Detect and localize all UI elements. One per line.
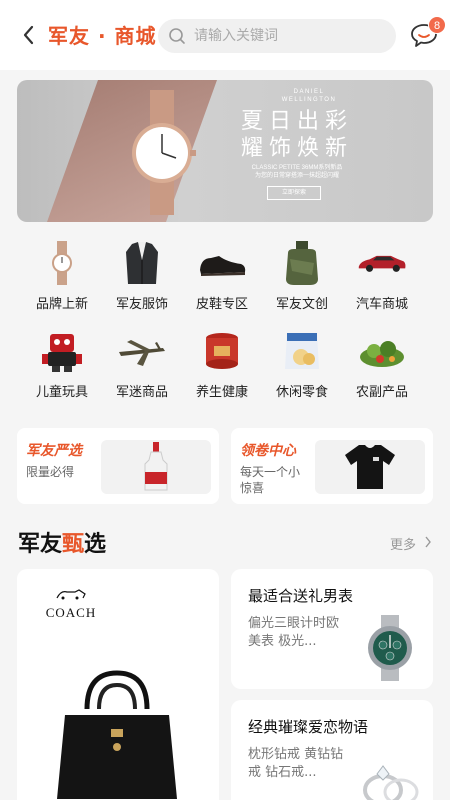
promo-subtitle: 限量必得 <box>26 465 75 479</box>
more-link[interactable]: 更多 <box>390 534 416 553</box>
coach-logo: COACH <box>35 587 107 621</box>
category-label: 军友服饰 <box>115 297 168 312</box>
banner-title-line2: 耀饰焕新 <box>240 136 353 161</box>
chevron-right-icon[interactable] <box>424 536 432 548</box>
banner-subtitle-line2: 为您的日常穿搭添一抹超超闪耀 <box>254 173 339 179</box>
banner-explore-button[interactable]: 立即探索 <box>267 186 321 200</box>
category-cultural-creative[interactable]: 军友文创 <box>262 240 342 315</box>
category-grid: 品牌上新 军友服饰 皮鞋专区 军友文创 汽车商城 儿童玩具 军迷商品 养生健康 … <box>22 240 428 410</box>
section-title-part1: 军友 <box>18 532 63 557</box>
tea-can-icon <box>197 328 247 374</box>
back-arrow-icon[interactable] <box>18 22 40 48</box>
category-label: 皮鞋专区 <box>195 297 248 312</box>
category-label: 品牌上新 <box>35 297 88 312</box>
search-input[interactable] <box>194 19 384 53</box>
promo-card-selection[interactable]: 军友严选 限量必得 <box>17 428 219 504</box>
section-title-highlight: 甄 <box>62 532 85 557</box>
promo-title: 军友严选 <box>26 443 82 459</box>
canteen-icon <box>277 240 327 286</box>
shoe-icon <box>197 240 247 286</box>
promo-card-coupons[interactable]: 领卷中心 每天一个小惊喜 <box>231 428 433 504</box>
product-title: 最适合送礼男表 <box>248 587 354 605</box>
promo-banner[interactable]: DANIEL WELLINGTON 夏日出彩 耀饰焕新 CLASSIC PETI… <box>17 80 433 222</box>
product-description: 枕形钻戒 黄钻钻戒 钻石戒... <box>248 747 344 780</box>
category-health[interactable]: 养生健康 <box>182 328 262 403</box>
category-leather-shoes[interactable]: 皮鞋专区 <box>182 240 262 315</box>
search-bar[interactable] <box>158 19 396 53</box>
category-label: 农副产品 <box>355 385 408 400</box>
top-header: 军友 · 商城 8 <box>0 0 450 70</box>
promo-subtitle: 每天一个小惊喜 <box>240 465 301 495</box>
sport-watch-image <box>368 615 412 681</box>
category-farm-produce[interactable]: 农副产品 <box>342 328 422 403</box>
banner-title: 夏日出彩 耀饰焕新 <box>217 108 377 162</box>
section-title: 军友甄选 <box>18 526 106 558</box>
suit-icon <box>117 240 167 286</box>
watch-product-image <box>132 90 196 215</box>
category-military-fans[interactable]: 军迷商品 <box>102 328 182 403</box>
car-icon <box>357 240 407 286</box>
robot-toy-icon <box>37 328 87 374</box>
banner-subtitle-line1: CLASSIC PETITE 36MM系列新品 <box>251 165 343 171</box>
banner-title-line1: 夏日出彩 <box>240 109 353 134</box>
liquor-bottle-image <box>101 440 211 494</box>
category-label: 军友文创 <box>275 297 328 312</box>
featured-product-card[interactable]: COACH <box>17 569 219 800</box>
tshirt-image <box>315 440 425 494</box>
category-snacks[interactable]: 休闲零食 <box>262 328 342 403</box>
category-label: 汽车商城 <box>355 297 408 312</box>
category-label: 养生健康 <box>195 385 248 400</box>
vegetables-icon <box>357 328 407 374</box>
product-card-diamond-ring[interactable]: 经典璀璨爱恋物语 枕形钻戒 黄钻钻戒 钻石戒... <box>231 700 433 800</box>
banner-brand-line1: DANIEL <box>293 89 325 95</box>
handbag-image <box>57 670 177 799</box>
category-label: 休闲零食 <box>275 385 328 400</box>
category-kids-toys[interactable]: 儿童玩具 <box>22 328 102 403</box>
banner-brand: DANIEL WELLINGTON <box>249 88 369 104</box>
category-car-mall[interactable]: 汽车商城 <box>342 240 422 315</box>
banner-subtitle: CLASSIC PETITE 36MM系列新品 为您的日常穿搭添一抹超超闪耀 <box>217 164 377 180</box>
product-title: 经典璀璨爱恋物语 <box>248 718 369 736</box>
category-label: 儿童玩具 <box>35 385 88 400</box>
section-title-part2: 选 <box>84 532 107 557</box>
snack-bag-icon <box>277 328 327 374</box>
product-description: 偏光三眼计时欧美表 极光... <box>248 616 340 649</box>
category-label: 军迷商品 <box>115 385 168 400</box>
banner-brand-line2: WELLINGTON <box>281 97 337 103</box>
search-icon <box>169 28 185 44</box>
message-count-badge: 8 <box>428 16 446 34</box>
category-apparel[interactable]: 军友服饰 <box>102 240 182 315</box>
product-card-mens-watch[interactable]: 最适合送礼男表 偏光三眼计时欧美表 极光... <box>231 569 433 689</box>
watch-icon <box>37 240 87 286</box>
horse-carriage-icon <box>56 589 86 600</box>
store-brand-title: 军友 · 商城 <box>48 24 157 48</box>
category-brand-new[interactable]: 品牌上新 <box>22 240 102 315</box>
coach-brand-text: COACH <box>45 605 97 620</box>
promo-title: 领卷中心 <box>240 443 296 459</box>
bomber-model-icon <box>117 328 167 374</box>
diamond-ring-image <box>363 765 419 800</box>
